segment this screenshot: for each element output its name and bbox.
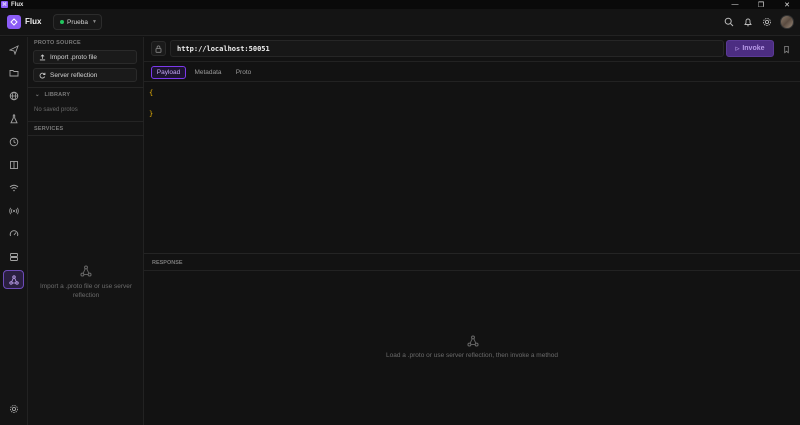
play-icon: ▷ (735, 45, 740, 52)
avatar[interactable] (780, 15, 794, 29)
send-icon[interactable] (3, 40, 24, 59)
bookmark-icon[interactable] (782, 45, 791, 54)
tls-toggle-button[interactable] (151, 41, 166, 56)
url-input[interactable] (170, 40, 724, 57)
gear-icon[interactable] (762, 17, 772, 27)
close-icon[interactable]: ✕ (774, 0, 800, 9)
services-empty-line2: reflection (72, 292, 100, 299)
invoke-label: Invoke (742, 45, 765, 52)
proto-source-title: PROTO SOURCE (34, 40, 81, 46)
divider (28, 87, 144, 88)
editor-line: } (149, 110, 154, 118)
services-empty-message: Import a .proto file or use server refle… (28, 282, 144, 300)
left-rail (0, 37, 28, 425)
server-icon[interactable] (3, 247, 24, 266)
url-bar: ▷ Invoke (144, 37, 800, 62)
tab-payload[interactable]: Payload (151, 66, 186, 79)
window-controls: — ❐ ✕ (722, 0, 800, 9)
response-title: RESPONSE (152, 260, 183, 266)
bell-icon[interactable] (743, 17, 753, 27)
server-reflection-button[interactable]: Server reflection (33, 68, 137, 82)
divider (28, 135, 144, 136)
book-icon[interactable] (3, 155, 24, 174)
broadcast-icon[interactable] (3, 201, 24, 220)
search-icon[interactable] (724, 17, 734, 27)
library-empty-text: No saved protos (34, 107, 78, 113)
grpc-icon[interactable] (3, 270, 24, 289)
restore-icon[interactable]: ❐ (748, 0, 774, 9)
chevron-down-icon: ⌄ (35, 92, 40, 98)
workspace-selector[interactable]: Prueba ▼ (53, 14, 102, 30)
app-name: Flux (25, 17, 42, 26)
library-toggle[interactable]: ⌄ LIBRARY (35, 92, 70, 98)
workspace-status-dot (60, 20, 64, 24)
import-proto-button[interactable]: Import .proto file (33, 50, 137, 64)
services-title: SERVICES (34, 126, 64, 132)
app-header: Flux Prueba ▼ (0, 9, 800, 36)
minimize-icon[interactable]: — (722, 0, 748, 9)
editor-line: { (149, 89, 154, 97)
grpc-icon (80, 265, 92, 277)
import-proto-label: Import .proto file (50, 53, 97, 61)
flask-icon[interactable] (3, 109, 24, 128)
payload-editor[interactable]: { } (144, 83, 800, 253)
upload-icon (39, 53, 46, 60)
tab-proto[interactable]: Proto (230, 66, 257, 79)
main-panel: ▷ Invoke Payload Metadata Proto { } RESP… (144, 37, 800, 425)
workspace-name: Prueba (67, 18, 88, 26)
os-title-bar: ⌘ Flux — ❐ ✕ (0, 0, 800, 9)
clock-icon[interactable] (3, 132, 24, 151)
tab-metadata[interactable]: Metadata (191, 66, 225, 79)
server-reflection-label: Server reflection (50, 71, 98, 79)
flux-logo-icon (7, 15, 21, 29)
invoke-button[interactable]: ▷ Invoke (726, 40, 774, 57)
services-empty-line1: Import a .proto file or use server (39, 283, 133, 290)
chevron-down-icon: ▼ (91, 19, 97, 25)
globe-icon[interactable] (3, 86, 24, 105)
divider (28, 121, 144, 122)
refresh-icon (39, 72, 46, 78)
app-logo-icon: ⌘ (1, 1, 8, 8)
folder-icon[interactable] (3, 63, 24, 82)
gauge-icon[interactable] (3, 224, 24, 243)
grpc-icon (467, 335, 479, 347)
wifi-icon[interactable] (3, 178, 24, 197)
proto-side-panel: PROTO SOURCE Import .proto file Server r… (28, 37, 144, 425)
library-title: LIBRARY (44, 92, 71, 98)
response-empty-message: Load a .proto or use server reflection, … (386, 352, 558, 359)
settings-icon[interactable] (3, 399, 24, 418)
request-tabs: Payload Metadata Proto (144, 62, 800, 82)
response-header: RESPONSE (144, 253, 800, 271)
window-title: Flux (11, 1, 24, 8)
lock-icon (155, 45, 162, 53)
